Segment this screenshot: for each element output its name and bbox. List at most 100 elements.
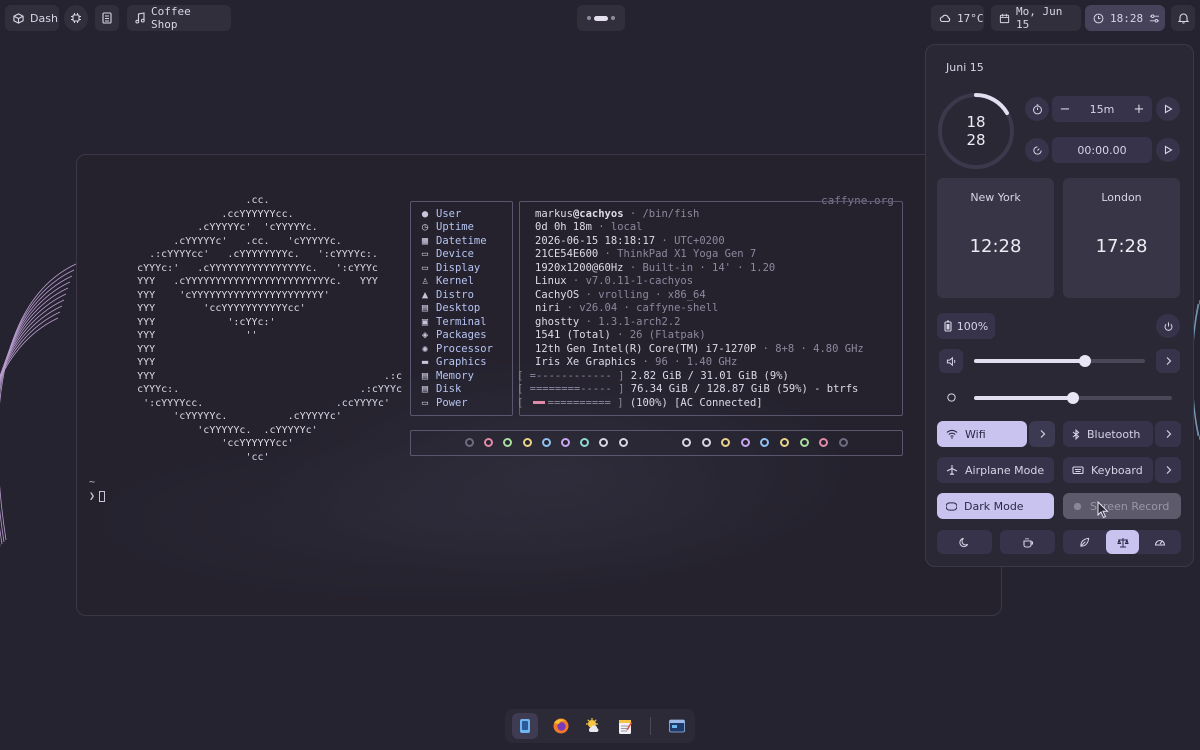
palette-color-dot [799, 438, 809, 447]
dock-app-weather[interactable] [580, 713, 606, 739]
dock-app-terminal[interactable] [664, 713, 690, 739]
firefox-icon [553, 718, 569, 734]
key-datetime: ▦ Datetime [420, 234, 487, 248]
key-user: ● User [420, 207, 461, 221]
workspace-dot[interactable] [587, 16, 591, 20]
performance-profile-button[interactable] [1148, 530, 1172, 554]
volume-slider[interactable] [974, 355, 1145, 367]
dash-button[interactable]: Dash [5, 5, 59, 31]
key-desktop: ▤ Desktop [420, 302, 480, 316]
dark-mode-label: Dark Mode [964, 499, 1024, 513]
timer-increase-button[interactable]: + [1126, 96, 1152, 122]
val-display: 1920x1200@60Hz · Built-in · 14' · 1.20 [535, 261, 775, 275]
brightness-fill [974, 396, 1073, 400]
power-bar-fill [532, 401, 545, 405]
user-icon: ● [421, 207, 429, 220]
mute-button[interactable] [939, 349, 963, 373]
key-display: ▭ Display [420, 261, 480, 275]
palette-color-dot [465, 438, 474, 447]
power-status: (100%) [AC Connected] [623, 396, 763, 409]
linux-icon: ♙ [421, 275, 429, 288]
kernel-extra: · v7.0.11-1-cachyos [566, 275, 694, 288]
audio-output-button[interactable] [1156, 349, 1180, 373]
packages-extra: · 26 (Flatpak) [610, 329, 706, 342]
key-processor: ✺ Processor [420, 342, 493, 356]
weather-icon [939, 14, 951, 23]
timer-icon [1032, 103, 1042, 114]
timer-start-button[interactable] [1156, 97, 1180, 121]
timer-control: − 15m + [1052, 96, 1152, 122]
music-widget[interactable]: Coffee Shop [127, 5, 231, 31]
notes-button[interactable] [95, 5, 119, 31]
stopwatch-value: 00:00.00 [1052, 137, 1152, 163]
shell-prompt[interactable]: ~ ❯ [89, 476, 106, 504]
desktop-value: niri [535, 302, 561, 315]
power-bar-rest: ========== ] [547, 396, 624, 409]
val-datetime: 2026-06-15 18:18:17 · UTC+0200 [535, 234, 725, 248]
brightness-button[interactable] [939, 385, 963, 409]
graphics-extra: · 96 · 1.40 GHz [636, 356, 738, 369]
clock-widget[interactable]: 18:28 [1085, 5, 1165, 31]
packages-value: 1541 (Total) [535, 329, 611, 342]
workspace-dot-active[interactable] [594, 15, 608, 21]
night-mode-button[interactable] [937, 530, 992, 554]
balanced-profile-button[interactable] [1106, 530, 1139, 554]
cube-icon [13, 12, 24, 24]
settings-button[interactable] [64, 5, 88, 31]
graphics-value: Iris Xe Graphics [535, 356, 637, 369]
brightness-slider[interactable] [974, 392, 1172, 404]
dock-app-text-editor[interactable] [612, 713, 638, 739]
dark-mode-toggle[interactable]: Dark Mode [937, 493, 1054, 519]
key-uptime: ◷ Uptime [420, 221, 474, 235]
airplane-label: Airplane Mode [965, 463, 1045, 477]
battery-indicator[interactable]: 100% [937, 313, 995, 339]
wifi-toggle[interactable]: Wifi [937, 421, 1027, 447]
uptime-extra: · local [591, 221, 643, 234]
airplane-icon [946, 465, 958, 475]
world-clock-new-york: New York 12:28 [937, 178, 1054, 298]
bluetooth-settings-button[interactable] [1155, 421, 1181, 447]
screen-record-toggle[interactable]: Screen Record [1063, 493, 1181, 519]
timer-mode-button[interactable] [1025, 97, 1049, 121]
notifications-button[interactable] [1171, 5, 1195, 31]
date-text: Mo, Jun 15 [1016, 5, 1063, 31]
keyboard-toggle[interactable]: Keyboard [1063, 457, 1153, 483]
clock-hour: 18 [966, 113, 986, 131]
play-icon [1164, 145, 1173, 155]
palette-color-dot [780, 438, 789, 447]
stopwatch-start-button[interactable] [1156, 138, 1180, 162]
wifi-settings-button[interactable] [1029, 421, 1055, 447]
key-packages: ◈ Packages [420, 329, 487, 343]
bluetooth-toggle[interactable]: Bluetooth [1063, 421, 1153, 447]
palette-color-dot [522, 438, 532, 447]
val-distro: CachyOS · vrolling · x86_64 [535, 288, 706, 302]
keyboard-icon [1072, 466, 1084, 475]
val-terminal: ghostty · 1.3.1-arch2.2 [535, 315, 680, 329]
palette-color-dot [838, 438, 848, 447]
key-graphics: ▬ Graphics [420, 356, 487, 370]
battery-text: 100% [956, 319, 989, 333]
coffee-icon [1022, 537, 1033, 548]
caffeine-button[interactable] [1000, 530, 1055, 554]
date-widget[interactable]: Mo, Jun 15 [991, 5, 1081, 31]
brightness-knob[interactable] [1067, 392, 1079, 404]
dock-app-firefox[interactable] [548, 713, 574, 739]
bell-icon [1177, 13, 1189, 24]
key-label: Datetime [436, 234, 487, 247]
weather-widget[interactable]: 17°C [931, 5, 984, 31]
workspace-dot[interactable] [611, 16, 615, 20]
workspace-indicator[interactable] [577, 5, 625, 31]
airplane-mode-toggle[interactable]: Airplane Mode [937, 457, 1054, 483]
power-button[interactable] [1156, 314, 1180, 338]
city-name: London [1101, 191, 1142, 204]
val-device: 21CE54E600 · ThinkPad X1 Yoga Gen 7 [535, 248, 756, 262]
leaf-icon [1079, 537, 1089, 547]
stopwatch-mode-button[interactable] [1025, 138, 1049, 162]
dock-app-files[interactable] [512, 713, 538, 739]
timer-decrease-button[interactable]: − [1052, 96, 1078, 122]
power-saver-button[interactable] [1072, 530, 1096, 554]
city-name: New York [970, 191, 1021, 204]
keyboard-settings-button[interactable] [1155, 457, 1181, 483]
files-icon [520, 719, 530, 733]
calendar-icon [999, 13, 1010, 23]
